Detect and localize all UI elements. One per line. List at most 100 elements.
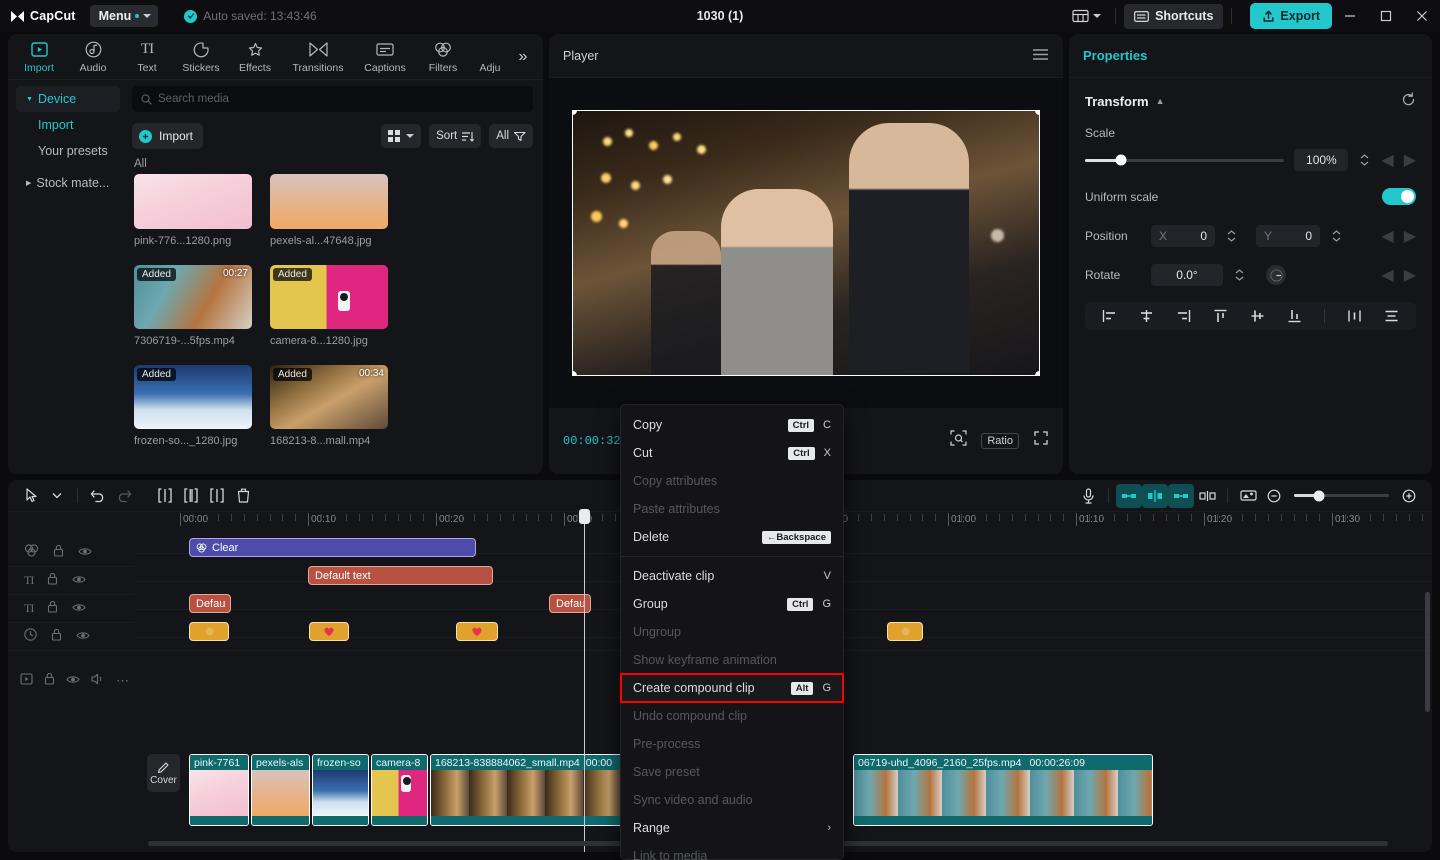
delete-icon[interactable] [230,484,256,508]
tab-filters[interactable]: Filters [416,35,470,79]
grid-view-button[interactable] [381,124,422,148]
tabs-more-button[interactable]: » [510,35,536,79]
layout-icon[interactable] [1066,4,1107,28]
minimize-icon[interactable] [1332,0,1368,32]
sticker-clip-2[interactable] [309,622,349,641]
maximize-icon[interactable] [1368,0,1404,32]
playhead[interactable] [579,509,590,852]
media-item[interactable]: Added camera-8...1280.jpg [270,265,388,347]
rotate-input[interactable]: 0.0° [1151,264,1223,286]
align-center-h-icon[interactable] [1139,309,1154,323]
eye-icon[interactable] [76,628,90,646]
position-x-input[interactable]: X 0 [1151,225,1215,247]
sidebar-item-import[interactable]: Import [16,112,120,138]
shortcuts-button[interactable]: Shortcuts [1124,3,1224,29]
align-top-icon[interactable] [1213,309,1228,323]
video-preview[interactable] [572,110,1040,376]
record-voice-icon[interactable] [1075,484,1101,508]
split-left-icon[interactable] [178,484,204,508]
tab-import[interactable]: Import [12,35,66,79]
media-item[interactable]: Added 00:34 168213-8...mall.mp4 [270,365,388,447]
lock-icon[interactable] [47,572,58,590]
keyframe-next-icon[interactable]: ▶ [1404,226,1416,246]
eye-icon[interactable] [78,544,92,562]
fullscreen-icon[interactable] [1033,430,1049,451]
export-button[interactable]: Export [1250,3,1332,29]
keyframe-prev-icon[interactable]: ◀ [1381,150,1393,170]
undo-icon[interactable] [85,484,111,508]
tool-dropdown-icon[interactable] [44,484,70,508]
tab-effects[interactable]: Effects [228,35,282,79]
keyframe-prev-icon[interactable]: ◀ [1381,226,1393,246]
resize-handle-tl[interactable] [573,111,577,115]
scale-slider[interactable] [1085,154,1285,166]
keyframe-next-icon[interactable]: ▶ [1404,265,1416,285]
snap-magnet-icon[interactable] [1142,483,1168,508]
uniform-scale-toggle[interactable] [1382,188,1416,205]
cover-button[interactable]: Cover [147,754,180,792]
tab-audio[interactable]: Audio [66,35,120,79]
close-icon[interactable] [1404,0,1440,32]
sticker-clip-3[interactable] [456,622,498,641]
menu-button[interactable]: Menu [89,5,159,27]
ratio-button[interactable]: Ratio [981,432,1019,449]
media-item[interactable]: Added 00:27 7306719-...5fps.mp4 [134,265,252,347]
filter-button[interactable]: All [489,124,533,148]
timeline-vertical-scrollbar[interactable] [1425,592,1430,712]
hamburger-icon[interactable] [1032,48,1049,64]
lock-icon[interactable] [44,672,55,690]
lock-icon[interactable] [53,544,64,562]
tab-captions[interactable]: Captions [354,35,416,79]
sticker-clip-4[interactable] [887,622,923,641]
resize-handle-bl[interactable] [573,371,577,375]
position-y-stepper[interactable] [1330,230,1343,242]
text-clip-upper[interactable]: Default text [308,566,493,585]
reset-icon[interactable] [1401,92,1416,110]
tab-text[interactable]: TI Text [120,35,174,79]
align-middle-v-icon[interactable] [1250,309,1265,323]
search-input[interactable]: Search media [132,86,533,112]
text-track-icon[interactable]: TI [24,573,34,588]
context-menu-item-group[interactable]: Group Ctrl G [621,590,843,618]
sidebar-item-device[interactable]: ▼ Device [16,86,120,112]
media-item[interactable]: Added frozen-so..._1280.jpg [134,365,252,447]
sort-button[interactable]: Sort [429,124,482,148]
distribute-v-icon[interactable] [1384,309,1399,323]
sidebar-item-your-presets[interactable]: Your presets [16,138,120,164]
context-menu-item-delete[interactable]: Delete ←Backspace [621,523,843,551]
redo-icon[interactable] [111,484,137,508]
context-menu-item-deactivate-clip[interactable]: Deactivate clip V [621,562,843,590]
import-button[interactable]: Import [132,123,204,149]
keyframe-prev-icon[interactable]: ◀ [1381,265,1393,285]
main-clip-2[interactable]: pexels-als [251,754,310,826]
tab-transitions[interactable]: Transitions [282,35,354,79]
eye-icon[interactable] [72,572,86,590]
sticker-clip-1[interactable] [189,622,229,641]
text-track-icon[interactable]: TI [24,601,34,616]
rotate-dial[interactable] [1266,265,1286,285]
distribute-h-icon[interactable] [1347,309,1362,323]
sidebar-item-stock-materials[interactable]: ▶ Stock mate... [16,170,120,196]
scale-value-input[interactable]: 100% [1294,149,1349,171]
transform-section-header[interactable]: Transform ▲ [1085,92,1416,110]
main-clip-6[interactable]: 06719-uhd_4096_2160_25fps.mp4 00:00:26:0… [853,754,1153,826]
zoom-slider-knob[interactable] [1313,490,1325,501]
sticker-track-icon[interactable] [24,627,37,646]
context-menu-item-create-compound-clip[interactable]: Create compound clip Alt G [620,673,844,703]
lock-icon[interactable] [47,600,58,618]
position-x-stepper[interactable] [1225,230,1238,242]
eye-icon[interactable] [66,672,80,690]
keyframe-split-icon[interactable] [1194,484,1220,508]
scale-slider-knob[interactable] [1115,154,1127,166]
more-icon[interactable]: ⋯ [116,673,130,689]
scale-stepper[interactable] [1358,154,1371,166]
zoom-out-icon[interactable] [1261,484,1287,508]
preview-render-icon[interactable] [1235,484,1261,508]
main-clip-1[interactable]: pink-7761 [189,754,249,826]
media-item[interactable]: pexels-al...47648.jpg [270,174,388,247]
split-right-icon[interactable] [204,484,230,508]
tab-adjustment[interactable]: Adju [470,35,510,79]
resize-handle-tr[interactable] [1035,111,1039,115]
link-right-icon[interactable] [1168,483,1194,508]
lock-icon[interactable] [51,628,62,646]
